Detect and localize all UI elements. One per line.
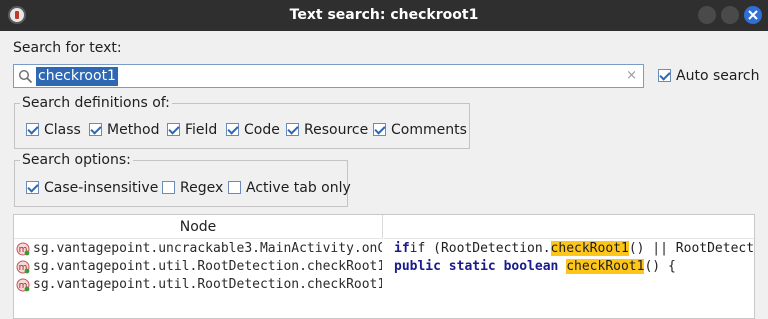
checkbox-icon[interactable] xyxy=(162,181,175,194)
code-keyword: if xyxy=(394,241,410,256)
code-keyword: public static boolean xyxy=(394,259,567,274)
regex-checkbox[interactable]: Regex xyxy=(162,180,223,196)
title-bar: Text search: checkroot1 xyxy=(0,0,768,31)
search-icon xyxy=(18,69,33,84)
code-cell: public static boolean checkRoot1() { xyxy=(394,259,754,274)
active-tab-only-checkbox[interactable]: Active tab only xyxy=(228,180,351,196)
table-row[interactable]: m sg.vantagepoint.util.RootDetection.che… xyxy=(14,258,754,276)
checkbox-icon[interactable] xyxy=(286,123,299,136)
code-checkbox[interactable]: Code xyxy=(226,122,280,138)
search-label: Search for text: xyxy=(13,40,122,56)
checkbox-icon[interactable] xyxy=(226,123,239,136)
column-header-code[interactable] xyxy=(384,215,754,239)
checkbox-icon[interactable] xyxy=(373,123,386,136)
comments-label: Comments xyxy=(391,122,467,138)
clear-icon[interactable]: × xyxy=(626,68,637,83)
resource-label: Resource xyxy=(304,122,369,138)
method-icon: m xyxy=(16,242,30,256)
search-input[interactable]: checkroot1 × xyxy=(13,64,644,88)
comments-checkbox[interactable]: Comments xyxy=(373,122,467,138)
method-checkbox[interactable]: Method xyxy=(89,122,160,138)
node-cell: sg.vantagepoint.uncrackable3.MainActivit… xyxy=(33,241,382,256)
class-label: Class xyxy=(44,122,81,138)
search-definitions-group: Search definitions of: Class Method Fiel… xyxy=(14,95,470,149)
results-table: Node m sg.vantagepoint.uncrackable3.Main… xyxy=(13,214,755,319)
code-post: () || RootDetection.checkRoot2() xyxy=(628,241,755,256)
field-label: Field xyxy=(185,122,218,138)
node-cell: sg.vantagepoint.util.RootDetection.check… xyxy=(33,259,382,274)
code-match: checkRoot1 xyxy=(550,241,629,256)
auto-search-label: Auto search xyxy=(676,68,760,84)
code-pre: if (RootDetection. xyxy=(409,241,551,256)
checkbox-icon[interactable] xyxy=(26,123,39,136)
class-checkbox[interactable]: Class xyxy=(26,122,81,138)
search-options-title: Search options: xyxy=(20,152,133,168)
auto-search-checkbox[interactable]: Auto search xyxy=(658,68,759,84)
checkbox-icon[interactable] xyxy=(228,181,241,194)
checkbox-icon[interactable] xyxy=(89,123,102,136)
code-cell: ifif (RootDetection.checkRoot1() || Root… xyxy=(394,241,755,256)
code-label: Code xyxy=(244,122,280,138)
search-value: checkroot1 xyxy=(36,67,118,86)
window-title: Text search: checkroot1 xyxy=(289,7,479,23)
maximize-icon[interactable] xyxy=(721,6,739,24)
field-checkbox[interactable]: Field xyxy=(167,122,217,138)
table-row[interactable]: m sg.vantagepoint.util.RootDetection.che… xyxy=(14,276,754,294)
minimize-icon[interactable] xyxy=(698,6,716,24)
node-cell: sg.vantagepoint.util.RootDetection.check… xyxy=(33,277,382,292)
method-icon: m xyxy=(16,278,30,292)
checkbox-icon[interactable] xyxy=(167,123,180,136)
table-row[interactable]: m sg.vantagepoint.uncrackable3.MainActiv… xyxy=(14,240,755,258)
regex-label: Regex xyxy=(180,180,224,196)
resource-checkbox[interactable]: Resource xyxy=(286,122,368,138)
checkbox-icon[interactable] xyxy=(658,69,671,82)
close-icon[interactable] xyxy=(744,6,762,24)
code-post: () { xyxy=(644,259,676,274)
method-icon: m xyxy=(16,260,30,274)
search-definitions-title: Search definitions of: xyxy=(20,95,172,111)
column-header-node[interactable]: Node xyxy=(14,215,383,239)
code-match: checkRoot1 xyxy=(566,259,645,274)
case-insensitive-checkbox[interactable]: Case-insensitive xyxy=(26,180,158,196)
checkbox-icon[interactable] xyxy=(26,181,39,194)
active-tab-only-label: Active tab only xyxy=(246,180,351,196)
search-options-group: Search options: Case-insensitive Regex A… xyxy=(14,152,351,207)
case-insensitive-label: Case-insensitive xyxy=(44,180,159,196)
method-label: Method xyxy=(107,122,160,138)
